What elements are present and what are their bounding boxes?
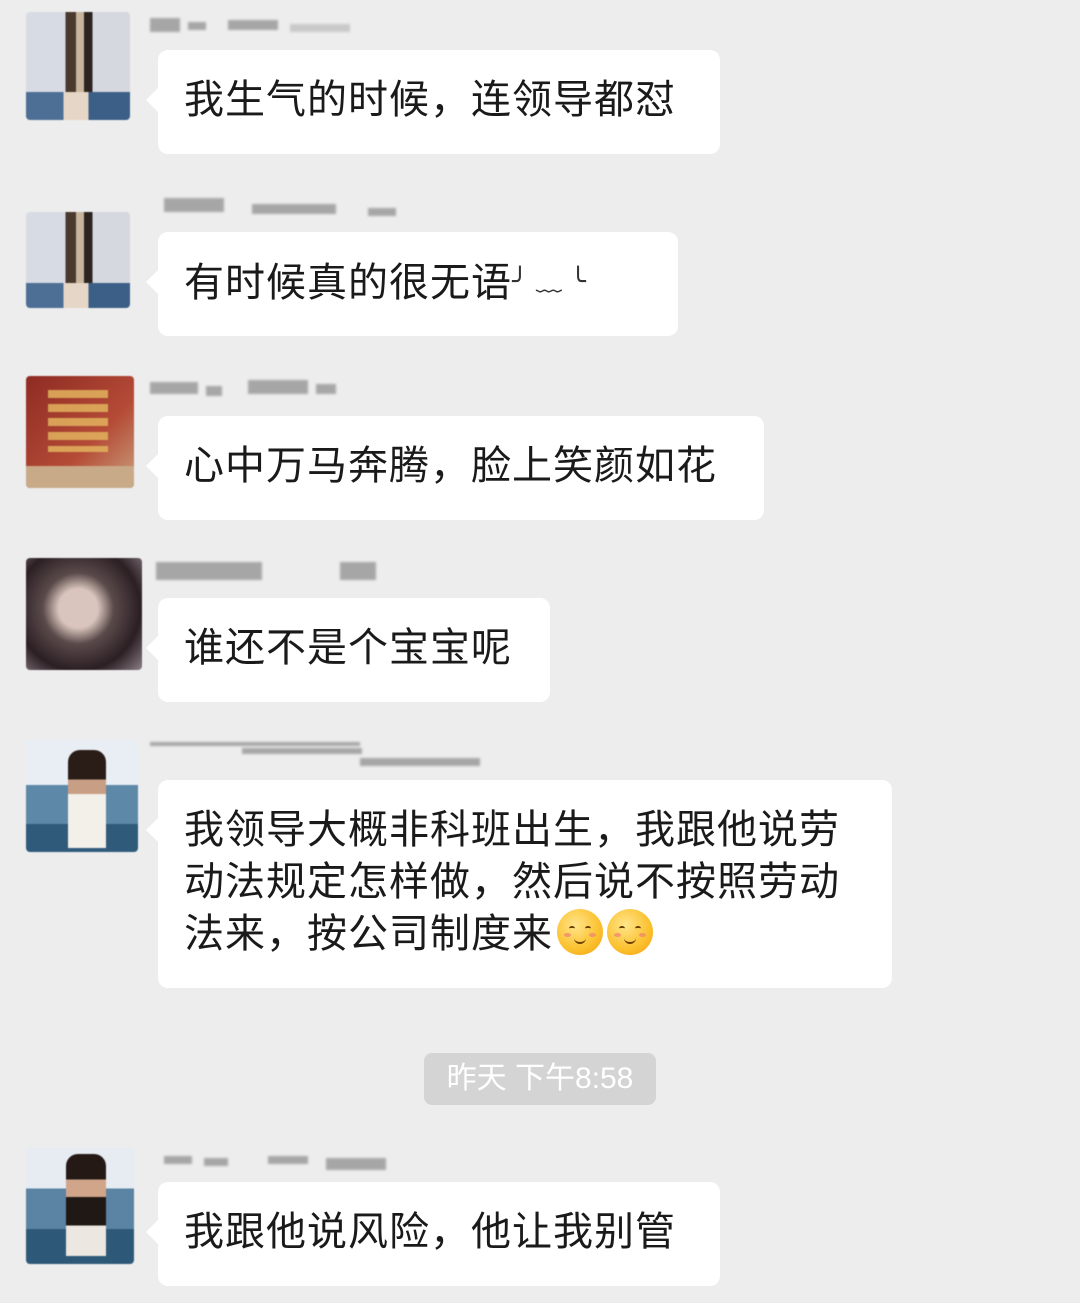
message-bubble[interactable]: 我生气的时候，连领导都怼 — [146, 50, 720, 154]
avatar[interactable] — [26, 212, 130, 308]
sender-nickname-redacted — [150, 374, 570, 404]
message-text: 我跟他说风险，他让我别管 — [184, 1209, 676, 1255]
message-bubble[interactable]: 心中万马奔腾，脸上笑颜如花 — [146, 416, 764, 520]
message-text: 谁还不是个宝宝呢 — [184, 625, 512, 671]
message-text: 有时候真的很无语 — [184, 260, 512, 306]
message-bubble[interactable]: 我领导大概非科班出生，我跟他说劳动法规定怎样做，然后说不按照劳动法来，按公司制度… — [146, 780, 892, 988]
message-text: 心中万马奔腾，脸上笑颜如花 — [184, 443, 717, 489]
message-bubble[interactable]: 谁还不是个宝宝呢 — [146, 598, 550, 702]
avatar[interactable] — [26, 740, 138, 852]
timestamp-divider: 昨天 下午8:58 — [424, 1053, 656, 1105]
sender-nickname-redacted — [150, 192, 570, 222]
message-text: 我生气的时候，连领导都怼 — [184, 77, 676, 123]
sender-nickname-redacted — [150, 10, 570, 40]
sender-nickname-redacted — [150, 738, 570, 768]
chat-area[interactable]: 我生气的时候，连领导都怼 有时候真的很无语╯ ﹏ ╰ 心中万马奔腾，脸上笑颜如花 — [0, 0, 1080, 1303]
avatar[interactable] — [26, 376, 134, 488]
kaomoji: ╯ ﹏ ╰ — [512, 267, 586, 297]
avatar[interactable] — [26, 1148, 134, 1264]
avatar[interactable] — [26, 558, 142, 670]
blushing-smile-emoji — [607, 909, 653, 955]
message-bubble[interactable]: 有时候真的很无语╯ ﹏ ╰ — [146, 232, 678, 336]
blushing-smile-emoji — [557, 909, 603, 955]
message-text: 我领导大概非科班出生，我跟他说劳动法规定怎样做，然后说不按照劳动法来，按公司制度… — [184, 807, 840, 957]
sender-nickname-redacted — [150, 1146, 570, 1176]
message-bubble[interactable]: 我跟他说风险，他让我别管 — [146, 1182, 720, 1286]
sender-nickname-redacted — [150, 556, 570, 586]
avatar[interactable] — [26, 12, 130, 120]
